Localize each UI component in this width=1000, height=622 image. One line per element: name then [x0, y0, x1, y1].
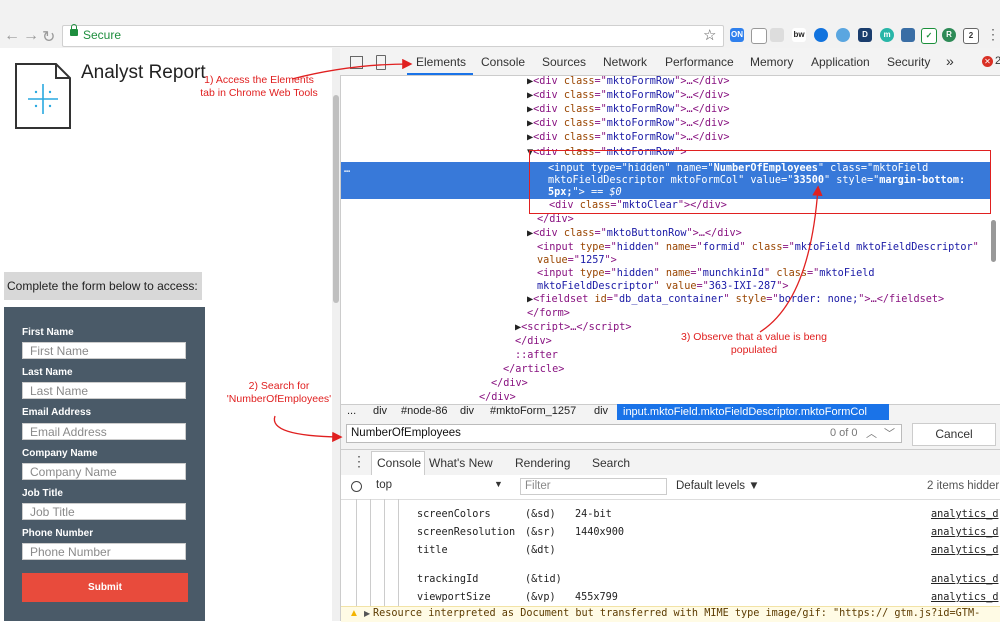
annotation-arrows [273, 58, 823, 443]
arrow-to-elements-tab [291, 58, 413, 80]
arrow-to-value [759, 185, 823, 333]
arrow-to-search-input [273, 415, 343, 443]
